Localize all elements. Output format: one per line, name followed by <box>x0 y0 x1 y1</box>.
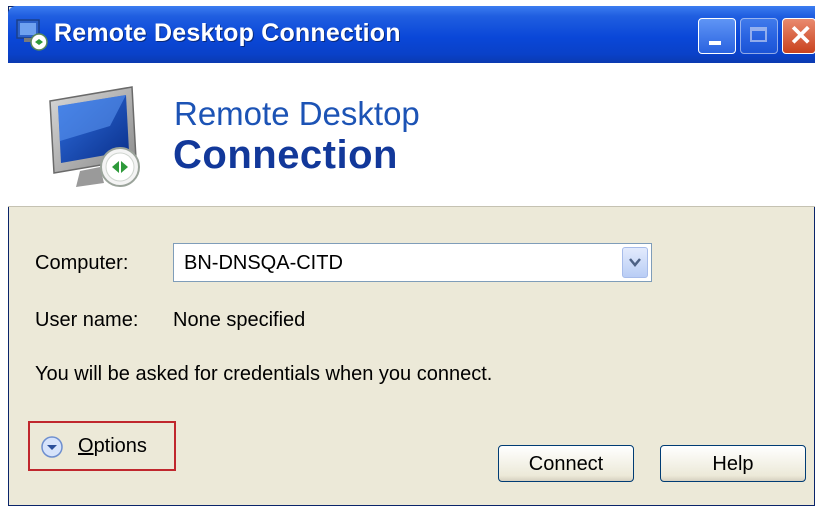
maximize-button[interactable] <box>740 18 778 54</box>
remote-desktop-icon <box>16 19 48 51</box>
close-button[interactable]: ✕ <box>782 18 815 54</box>
close-icon: ✕ <box>789 20 813 51</box>
credentials-info-text: You will be asked for credentials when y… <box>35 363 493 385</box>
expand-options-icon[interactable] <box>41 436 63 458</box>
banner-title-line2: Connection <box>173 133 398 177</box>
options-button[interactable]: Options <box>78 435 147 458</box>
chevron-down-icon <box>629 258 641 267</box>
options-label: ptions <box>93 435 147 457</box>
connect-button[interactable]: Connect <box>498 445 634 482</box>
help-button[interactable]: Help <box>660 445 806 482</box>
options-highlight: Options <box>28 421 176 471</box>
computer-label: Computer: <box>35 252 129 274</box>
maximize-icon <box>750 27 767 42</box>
remote-desktop-dialog: Remote Desktop Connection ✕ Remote Deskt… <box>8 6 815 506</box>
window-title: Remote Desktop Connection <box>54 19 401 47</box>
banner: Remote Desktop Connection <box>8 63 815 207</box>
banner-title-line1: Remote Desktop <box>174 95 420 132</box>
minimize-icon <box>709 41 721 45</box>
minimize-button[interactable] <box>698 18 736 54</box>
options-mnemonic: O <box>78 435 94 457</box>
user-name-label: User name: <box>35 309 139 331</box>
remote-desktop-monitor-icon <box>49 86 140 187</box>
title-bar[interactable]: Remote Desktop Connection ✕ <box>8 6 815 63</box>
user-name-value: None specified <box>173 309 306 331</box>
dropdown-button[interactable] <box>622 247 648 278</box>
computer-combobox[interactable]: BN-DNSQA-CITD <box>173 243 652 282</box>
computer-value[interactable]: BN-DNSQA-CITD <box>184 252 343 275</box>
